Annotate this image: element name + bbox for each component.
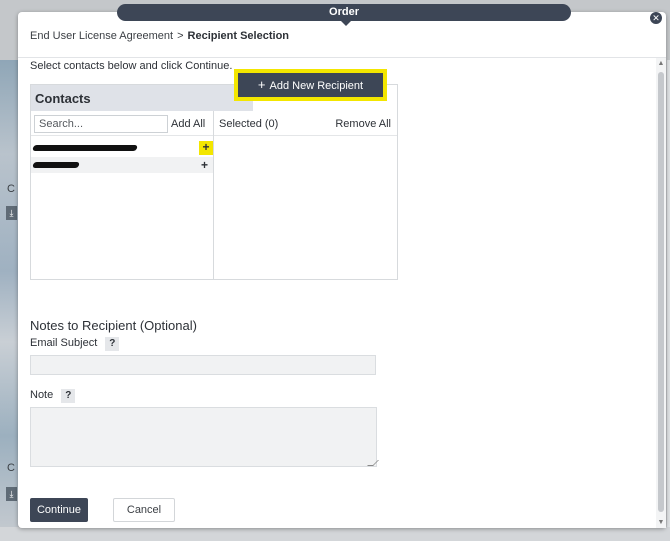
redacted-contact-name: [32, 145, 138, 151]
note-textarea[interactable]: [30, 407, 377, 467]
help-icon[interactable]: ?: [105, 337, 120, 351]
contacts-list-column: Add All + +: [31, 111, 214, 279]
email-subject-label: Email Subject?: [30, 337, 120, 351]
list-item[interactable]: +: [31, 157, 213, 173]
scroll-up-icon[interactable]: ▲: [657, 60, 665, 67]
email-subject-input[interactable]: [30, 355, 376, 375]
note-label-text: Note: [30, 389, 54, 401]
breadcrumb-separator: >: [177, 30, 184, 42]
cancel-button[interactable]: Cancel: [113, 498, 175, 522]
email-subject-label-text: Email Subject: [30, 337, 98, 349]
background-text: C: [7, 462, 15, 474]
contacts-panel: Contacts Add All + + Selected (0) Remove…: [30, 84, 398, 280]
download-icon: ⤓: [6, 487, 17, 501]
breadcrumb-parent[interactable]: End User License Agreement: [30, 30, 173, 42]
scroll-thumb[interactable]: [658, 72, 664, 512]
add-new-recipient-highlight: + Add New Recipient: [234, 69, 387, 101]
notes-title: Notes to Recipient (Optional): [30, 318, 197, 333]
modal-scrollbar[interactable]: ▲ ▼: [656, 58, 666, 528]
order-tab-caret-icon: [340, 20, 352, 26]
continue-button[interactable]: Continue: [30, 498, 88, 522]
remove-all-link[interactable]: Remove All: [335, 118, 391, 130]
background-image-strip: [0, 60, 18, 530]
add-all-link[interactable]: Add All: [171, 118, 205, 130]
close-icon[interactable]: ✕: [650, 12, 662, 24]
background-text: C: [7, 183, 15, 195]
plus-icon: +: [257, 77, 266, 92]
contacts-search-input[interactable]: [34, 115, 168, 133]
note-label: Note?: [30, 389, 76, 403]
selected-column: Selected (0) Remove All: [214, 111, 397, 279]
selected-count: Selected (0): [219, 118, 279, 130]
add-contact-button[interactable]: +: [199, 141, 213, 155]
add-new-recipient-label: Add New Recipient: [269, 80, 364, 92]
breadcrumb: End User License Agreement > Recipient Sel…: [30, 30, 289, 42]
list-item[interactable]: +: [31, 140, 213, 156]
add-contact-button[interactable]: +: [201, 158, 208, 172]
contacts-title: Contacts: [35, 91, 91, 106]
instructions-text: Select contacts below and click Continue…: [30, 60, 233, 72]
order-tab: Order: [117, 4, 571, 21]
background-footer: [0, 527, 670, 541]
help-icon[interactable]: ?: [61, 389, 76, 403]
download-icon: ⤓: [6, 206, 17, 220]
add-new-recipient-button[interactable]: + Add New Recipient: [238, 73, 383, 97]
scroll-down-icon[interactable]: ▼: [657, 519, 665, 526]
contacts-header: Contacts: [31, 85, 253, 111]
order-tab-title: Order: [329, 6, 359, 18]
breadcrumb-current: Recipient Selection: [187, 30, 290, 42]
add-contact-highlight: +: [199, 141, 213, 155]
redacted-contact-name: [32, 162, 80, 168]
